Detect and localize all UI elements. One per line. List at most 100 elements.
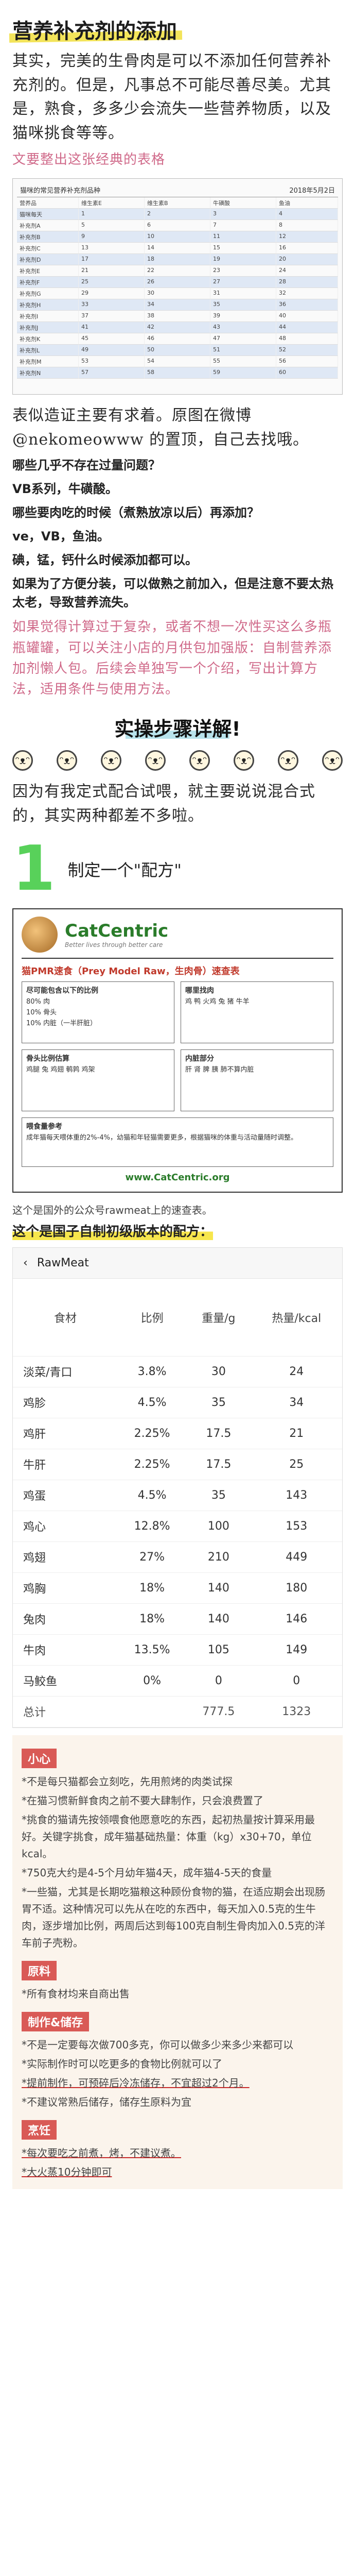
supplement-table-image: 猫咪的常见营养补充剂品种 2018年5月2日 营养品 维生素E 维生素B 牛磺酸 鱼油猫… bbox=[12, 178, 343, 395]
supplement-table-cell: 6 bbox=[145, 220, 210, 232]
supplement-table-cell: 15 bbox=[210, 243, 276, 255]
recipe-table-cell: 淡菜/青口 bbox=[13, 1356, 118, 1387]
supplement-table-cell: 17 bbox=[79, 254, 145, 266]
recipe-table-cell: 100 bbox=[186, 1511, 251, 1542]
caption-rawmeat: 这个是国外的公众号rawmeat上的速查表。 bbox=[12, 1204, 212, 1217]
bone-box-text: 鸡腿 兔 鸡翅 鹌鹑 鸡架 bbox=[26, 1066, 95, 1074]
caution-note: *750克大约是4-5个月幼年猫4天，成年猫4-5天的食量 bbox=[22, 1866, 272, 1879]
recipe-table-cell: 777.5 bbox=[186, 1696, 251, 1727]
recipe-table-cell: 0% bbox=[118, 1665, 187, 1697]
supplement-table-cell: 补充剂M bbox=[17, 356, 79, 368]
cat-sticker-icon: ᵔᴥᵔ bbox=[101, 750, 121, 771]
recipe-table-cell: 鸡翅 bbox=[13, 1541, 118, 1573]
supplement-table-cell: 46 bbox=[145, 333, 210, 345]
cat-sticker-icon: ᵔᴥᵔ bbox=[145, 750, 166, 771]
note-3: 碘，锰，钙什么时候添加都可以。 bbox=[12, 553, 198, 568]
recipe-table-cell: 鸡心 bbox=[13, 1511, 118, 1542]
cat-sticker-icon: ᵔᴥᵔ bbox=[12, 750, 33, 771]
back-arrow-icon[interactable]: ‹ bbox=[23, 1257, 28, 1269]
supplement-table-cell: 23 bbox=[210, 265, 276, 277]
recipe-header-cell: 比例 bbox=[118, 1279, 187, 1357]
recipe-table-row: 兔肉 18% 140 146 bbox=[13, 1603, 342, 1635]
step-number: 1 bbox=[12, 833, 56, 905]
catcentric-slogan: Better lives through better care bbox=[65, 941, 163, 949]
supplement-table-cell: 52 bbox=[276, 345, 338, 357]
supplement-table-cell: 补充剂H bbox=[17, 299, 79, 311]
supplement-table-cell: 60 bbox=[276, 367, 338, 379]
supplement-table-cell: 3 bbox=[210, 209, 276, 221]
supplement-table-cell: 补充剂B bbox=[17, 231, 79, 243]
supplement-table-cell: 57 bbox=[79, 367, 145, 379]
table-source-text: 表似造证主要有求着。原图在微博@nekomeowww 的置顶，自己去找哦。 bbox=[12, 406, 309, 449]
section-title-text: 营养补充剂的添加 bbox=[12, 19, 177, 43]
cat-sticker-icon: ᵔᴥᵔ bbox=[234, 750, 254, 771]
supplement-table-cell: 35 bbox=[210, 299, 276, 311]
cat-stickers-row: ᵔᴥᵔ ᵔᴥᵔ ᵔᴥᵔ ᵔᴥᵔ ᵔᴥᵔ ᵔᴥᵔ ᵔᴥᵔ ᵔᴥᵔ bbox=[12, 750, 343, 771]
supplement-table-cell: 4 bbox=[276, 209, 338, 221]
recipe-table-cell bbox=[118, 1696, 187, 1727]
recipe-table-cell: 153 bbox=[251, 1511, 342, 1542]
page: 营养补充剂的添加 其实，完美的生骨肉是可以不添加任何营养补充剂的。但是，凡事总不… bbox=[0, 0, 355, 2189]
supplement-table-cell: 13 bbox=[79, 243, 145, 255]
supplement-table-cell: 26 bbox=[145, 277, 210, 289]
recipe-table-cell: 鸡肝 bbox=[13, 1418, 118, 1449]
intro-pink-note: 文要整出这张经典的表格 bbox=[12, 152, 166, 167]
recipe-table-cell: 35 bbox=[186, 1480, 251, 1511]
tag-caution: 小心 bbox=[22, 1748, 57, 1768]
recipe-table-cell: 27% bbox=[118, 1541, 187, 1573]
supplement-table-cell: 48 bbox=[276, 333, 338, 345]
recipe-table: 食材 比例 重量/g 热量/kcal 淡菜/青口 3.8% 30 24 鸡胗 4.5% 35… bbox=[13, 1279, 342, 1727]
recipe-table-row: 总计 777.5 1323 bbox=[13, 1696, 342, 1727]
recipe-table-body: 淡菜/青口 3.8% 30 24 鸡胗 4.5% 35 34 鸡肝 2.25% 17.5 21 牛肝 2.… bbox=[13, 1356, 342, 1727]
catcentric-body: 尽可能包含以下的比例 80% 肉 10% 骨头 10% 内脏（一半肝脏） 哪里找… bbox=[22, 981, 333, 1167]
recipe-table-cell: 鸡胸 bbox=[13, 1572, 118, 1604]
recipe-table-cell: 总计 bbox=[13, 1696, 118, 1727]
intro-text: 其实，完美的生骨肉是可以不添加任何营养补充剂的。但是，凡事总不可能尽善尽美。尤其… bbox=[12, 52, 331, 142]
recipe-table-row: 淡菜/青口 3.8% 30 24 bbox=[13, 1356, 342, 1387]
supplement-table-cell: 45 bbox=[79, 333, 145, 345]
rawmeat-screenshot: ‹ RawMeat 食材 比例 重量/g 热量/kcal 淡菜/青口 3.8% 30… bbox=[12, 1247, 343, 1728]
recipe-table-cell: 13.5% bbox=[118, 1634, 187, 1666]
feeding-box-title: 喂食量参考 bbox=[26, 1123, 62, 1131]
recipe-table-cell: 兔肉 bbox=[13, 1603, 118, 1635]
recipe-table-cell: 146 bbox=[251, 1603, 342, 1635]
supplement-table-date: 2018年5月2日 bbox=[289, 187, 335, 195]
recipe-table-row: 牛肉 13.5% 105 149 bbox=[13, 1634, 342, 1666]
supplement-table-cell: 20 bbox=[276, 254, 338, 266]
supplement-table-cell: 38 bbox=[145, 311, 210, 323]
catcentric-header: CatCentric Better lives through better c… bbox=[22, 917, 333, 959]
rawmeat-appbar: ‹ RawMeat bbox=[13, 1248, 342, 1279]
recipe-table-cell: 17.5 bbox=[186, 1418, 251, 1449]
supplement-table-cell: 36 bbox=[276, 299, 338, 311]
recipe-table-cell: 30 bbox=[186, 1356, 251, 1387]
supplement-table-cell: 8 bbox=[276, 220, 338, 232]
supplement-table-cell: 41 bbox=[79, 322, 145, 334]
supplement-table-title: 猫咪的常见营养补充剂品种 bbox=[20, 187, 101, 195]
tag-make-store: 制作&储存 bbox=[22, 2011, 90, 2031]
supplement-table-cell: 补充剂A bbox=[17, 220, 79, 232]
supplement-table-cell: 9 bbox=[79, 231, 145, 243]
answer-1: VB系列，牛磺酸。 bbox=[12, 482, 118, 497]
recipe-table-cell: 4.5% bbox=[118, 1387, 187, 1418]
supplement-table-cell: 51 bbox=[210, 345, 276, 357]
recipe-table-cell: 143 bbox=[251, 1480, 342, 1511]
recipe-table-cell: 140 bbox=[186, 1572, 251, 1604]
recipe-table-cell: 牛肝 bbox=[13, 1449, 118, 1480]
bone-box-title: 骨头比例估算 bbox=[26, 1055, 69, 1063]
organ-box-title: 内脏部分 bbox=[185, 1055, 214, 1063]
supplement-table-cell: 猫咪每天 bbox=[17, 209, 79, 221]
supplement-table-cell: 55 bbox=[210, 356, 276, 368]
recipe-table-cell: 2.25% bbox=[118, 1418, 187, 1449]
supplement-table-cell: 补充剂N bbox=[17, 367, 79, 379]
bone-box: 骨头比例估算 鸡腿 兔 鸡翅 鹌鹑 鸡架 bbox=[22, 1049, 174, 1112]
supplement-table-cell: 补充剂I bbox=[17, 311, 79, 323]
catcentric-url: www.CatCentric.org bbox=[125, 1172, 230, 1183]
caution-note: *不是每只猫都会立刻吃，先用煎烤的肉类试探 bbox=[22, 1775, 233, 1788]
supplement-table-header: 猫咪的常见营养补充剂品种 2018年5月2日 bbox=[17, 183, 338, 198]
supplement-table-cell: 10 bbox=[145, 231, 210, 243]
caption-recipe: 这个是国子自制初级版本的配方： bbox=[12, 1221, 214, 1241]
supplement-table-cell: 维生素E bbox=[79, 197, 145, 209]
recipe-table-cell: 4.5% bbox=[118, 1480, 187, 1511]
supplement-table-cell: 鱼油 bbox=[276, 197, 338, 209]
answer-2: ve，VB，鱼油。 bbox=[12, 529, 110, 544]
